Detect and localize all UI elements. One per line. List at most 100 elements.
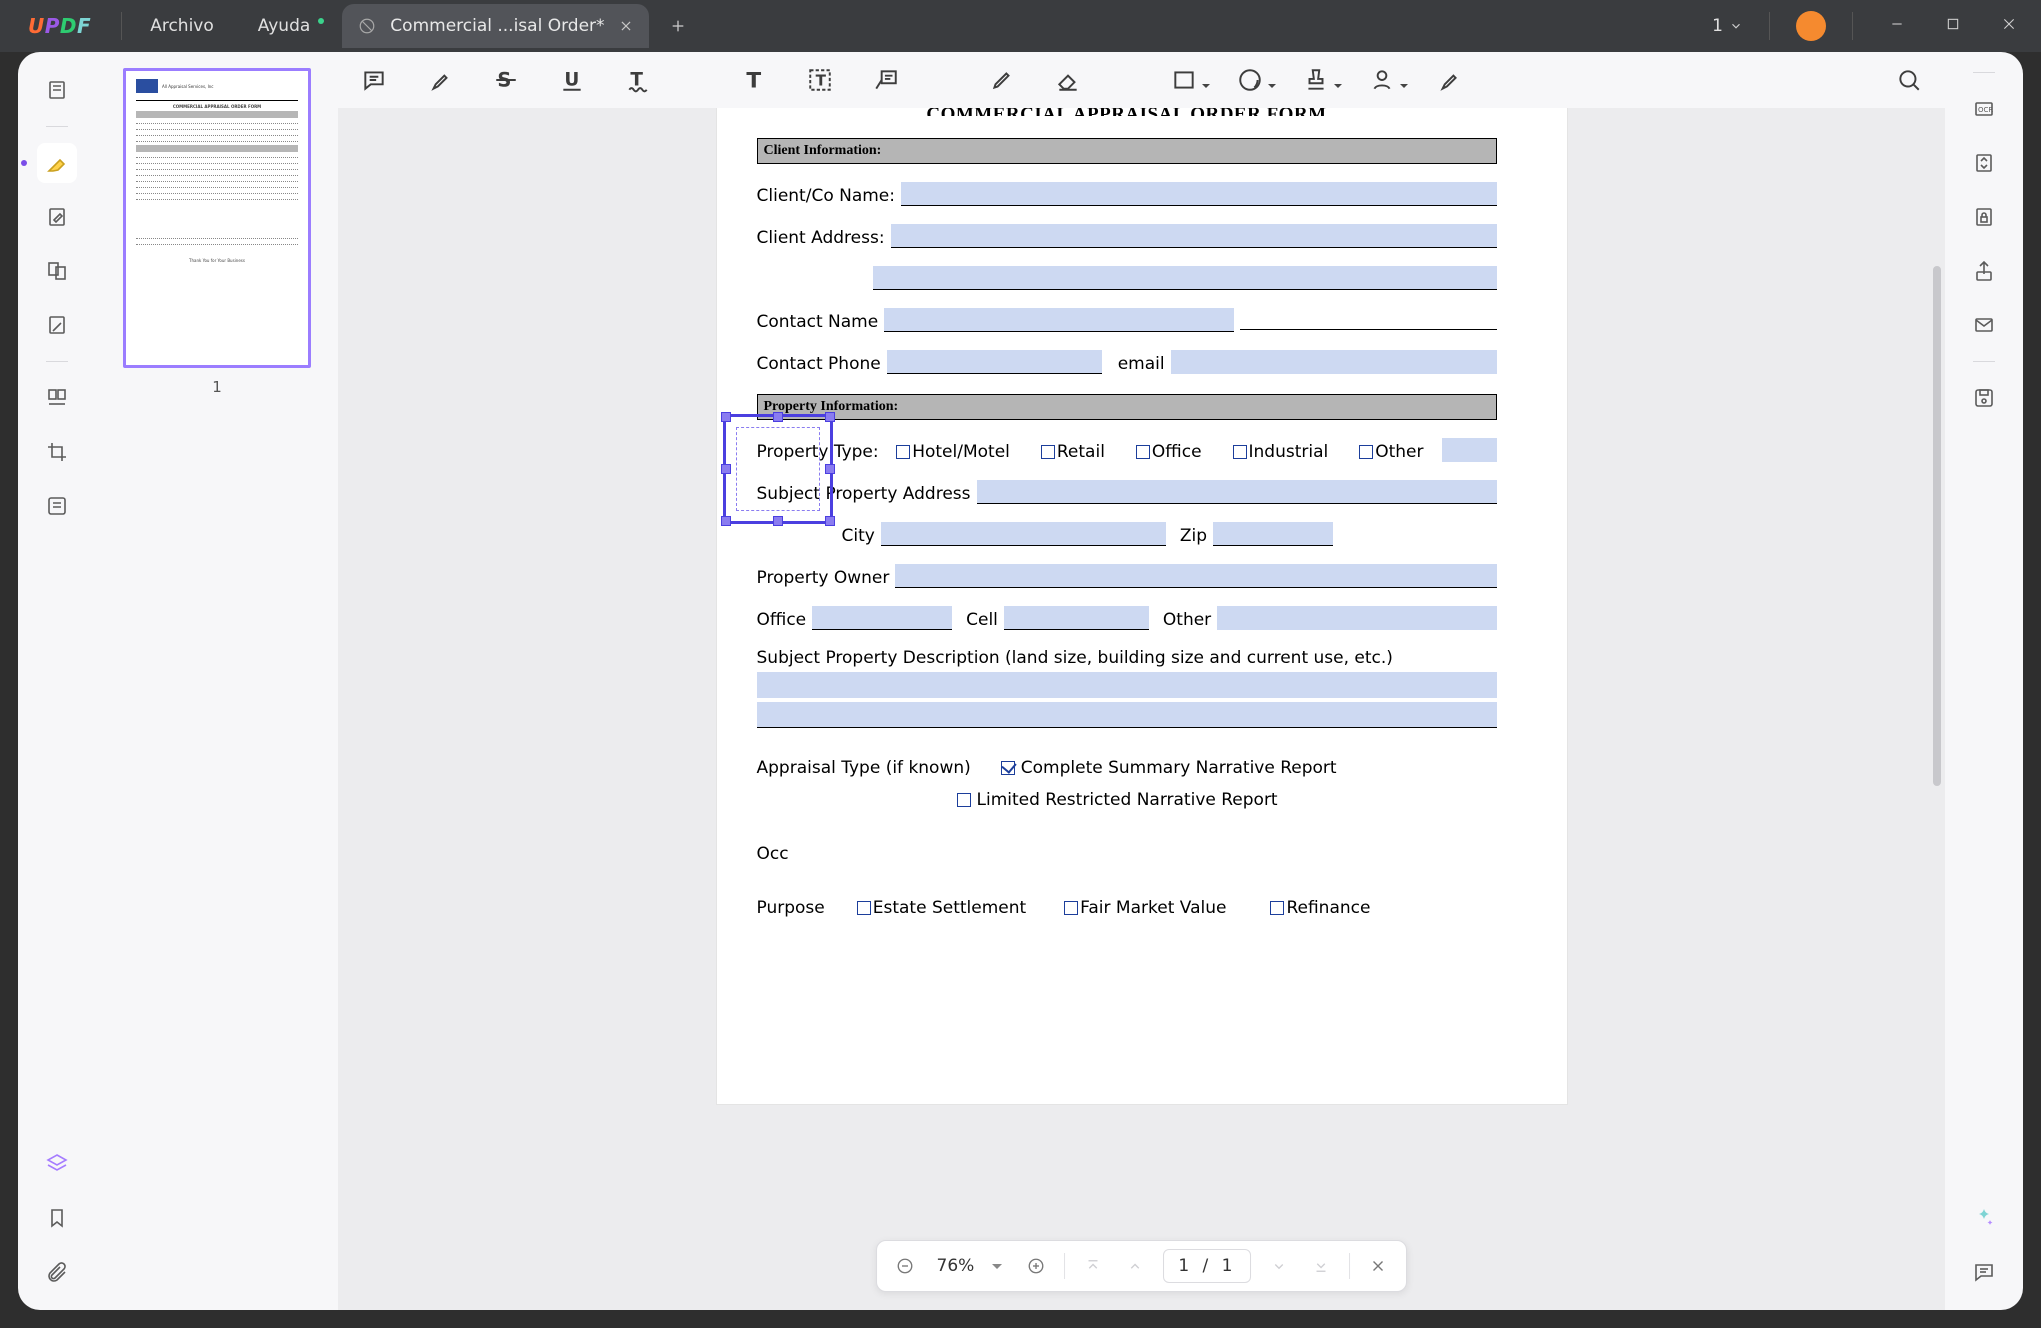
nav-bookmark-button[interactable] [37, 1198, 77, 1238]
menu-file[interactable]: Archivo [128, 16, 236, 36]
nav-attachment-button[interactable] [37, 1252, 77, 1292]
label-client-name: Client/Co Name: [757, 186, 896, 206]
window-maximize-button[interactable] [1935, 10, 1971, 42]
tool-more-button[interactable] [1430, 62, 1466, 98]
marker-icon [1435, 67, 1461, 93]
save-button[interactable] [1964, 378, 2004, 418]
page-indicator[interactable]: 1 / 1 [1163, 1249, 1251, 1283]
protect-button[interactable] [1964, 197, 2004, 237]
nav-organize-button[interactable] [37, 251, 77, 291]
field-contact-name[interactable] [884, 308, 1234, 332]
share-button[interactable] [1964, 251, 2004, 291]
comment-panel-button[interactable] [1964, 1252, 2004, 1292]
window-close-button[interactable] [1991, 10, 2027, 42]
ocr-button[interactable]: OCR [1964, 89, 2004, 129]
label-subject-desc: Subject Property Description (land size,… [757, 648, 1393, 668]
tool-eraser-button[interactable] [1050, 62, 1086, 98]
user-avatar[interactable] [1796, 11, 1826, 41]
email-button[interactable] [1964, 305, 2004, 345]
checkbox-purpose-estate[interactable]: Estate Settlement [857, 898, 1026, 918]
paperclip-icon [45, 1260, 69, 1284]
zoom-out-button[interactable] [891, 1252, 919, 1280]
text-icon: T [741, 67, 767, 93]
window-minimize-button[interactable] [1879, 10, 1915, 42]
section-property-header: Property Information: [757, 394, 1497, 420]
nav-pagetools-button[interactable] [37, 378, 77, 418]
nav-crop-button[interactable] [37, 432, 77, 472]
tool-pencil-button[interactable] [984, 62, 1020, 98]
checkbox-industrial[interactable]: Industrial [1233, 442, 1329, 462]
checkbox-office[interactable]: Office [1136, 442, 1202, 462]
document-canvas[interactable]: COMMERCIAL APPRAISAL ORDER FORM Client I… [338, 108, 1945, 1310]
tool-comment-button[interactable] [356, 62, 392, 98]
last-page-button[interactable] [1307, 1252, 1335, 1280]
nav-layers-button[interactable] [37, 1144, 77, 1184]
nav-reader-button[interactable] [37, 70, 77, 110]
tool-signature-button[interactable] [1364, 62, 1400, 98]
squiggly-icon: T [625, 67, 651, 93]
nav-comment-button[interactable] [37, 143, 77, 183]
convert-button[interactable] [1964, 143, 2004, 183]
checkbox-purpose-refi[interactable]: Refinance [1270, 898, 1370, 918]
window-counter[interactable]: 1 [1712, 16, 1743, 36]
field-city[interactable] [881, 522, 1166, 546]
textbox-icon: T [807, 67, 833, 93]
page-control-bar: 76% 1 / 1 [876, 1240, 1408, 1292]
tool-strikethrough-button[interactable]: S [488, 62, 524, 98]
field-other-type[interactable] [1442, 438, 1497, 462]
checkbox-other-type[interactable]: Other [1359, 442, 1423, 462]
selected-shape[interactable] [723, 414, 833, 524]
tool-textbox-button[interactable]: T [802, 62, 838, 98]
field-owner[interactable] [895, 564, 1496, 588]
tool-search-button[interactable] [1891, 62, 1927, 98]
close-pagebar-button[interactable] [1364, 1252, 1392, 1280]
tool-text-button[interactable]: T [736, 62, 772, 98]
tool-shape-button[interactable] [1166, 62, 1202, 98]
tool-callout-button[interactable] [868, 62, 904, 98]
nav-edit-button[interactable] [37, 197, 77, 237]
field-client-name[interactable] [901, 182, 1497, 206]
ai-assistant-button[interactable] [1964, 1198, 2004, 1238]
section-client-header: Client Information: [757, 138, 1497, 164]
field-subject-address[interactable] [977, 480, 1497, 504]
field-other-phone[interactable] [1217, 606, 1496, 630]
tool-sticker-button[interactable] [1232, 62, 1268, 98]
nav-tools-button[interactable] [37, 305, 77, 345]
checkbox-purpose-fmv[interactable]: Fair Market Value [1064, 898, 1226, 918]
callout-icon [873, 67, 899, 93]
field-subject-desc-1[interactable] [757, 672, 1497, 698]
checkbox-appraisal-complete[interactable]: Complete Summary Narrative Report [1001, 758, 1337, 778]
document-tab[interactable]: Commercial ...isal Order* [342, 4, 648, 48]
zoom-dropdown-button[interactable] [992, 1264, 1002, 1274]
next-page-button[interactable] [1265, 1252, 1293, 1280]
label-owner: Property Owner [757, 568, 890, 588]
tool-stamp-button[interactable] [1298, 62, 1334, 98]
checkbox-appraisal-limited[interactable]: Limited Restricted Narrative Report [957, 790, 1278, 810]
tool-squiggly-button[interactable]: T [620, 62, 656, 98]
field-contact-phone[interactable] [887, 350, 1102, 374]
field-subject-desc-2[interactable] [757, 702, 1497, 728]
comment-icon [1972, 1260, 1996, 1284]
label-contact-phone: Contact Phone [757, 354, 881, 374]
tool-underline-button[interactable]: U [554, 62, 590, 98]
prev-page-button[interactable] [1121, 1252, 1149, 1280]
field-office-phone[interactable] [812, 606, 952, 630]
field-client-address[interactable] [891, 224, 1497, 248]
page-thumbnail-1[interactable]: All Appraisal Services, Inc COMMERCIAL A… [123, 68, 311, 368]
zoom-in-button[interactable] [1022, 1252, 1050, 1280]
field-email[interactable] [1171, 350, 1497, 374]
field-zip[interactable] [1213, 522, 1333, 546]
right-rail: OCR [1945, 52, 2023, 1310]
field-cell-phone[interactable] [1004, 606, 1149, 630]
field-client-address-2[interactable] [873, 266, 1497, 290]
checkbox-hotel[interactable]: Hotel/Motel [896, 442, 1010, 462]
nav-form-button[interactable] [37, 486, 77, 526]
close-tab-icon[interactable] [619, 19, 633, 33]
checkbox-retail[interactable]: Retail [1041, 442, 1105, 462]
menu-help[interactable]: Ayuda [236, 16, 333, 36]
new-tab-button[interactable] [661, 9, 695, 43]
tool-highlight-button[interactable] [422, 62, 458, 98]
zoom-value: 76% [933, 1256, 979, 1276]
first-page-button[interactable] [1079, 1252, 1107, 1280]
scrollbar-thumb[interactable] [1933, 266, 1941, 786]
